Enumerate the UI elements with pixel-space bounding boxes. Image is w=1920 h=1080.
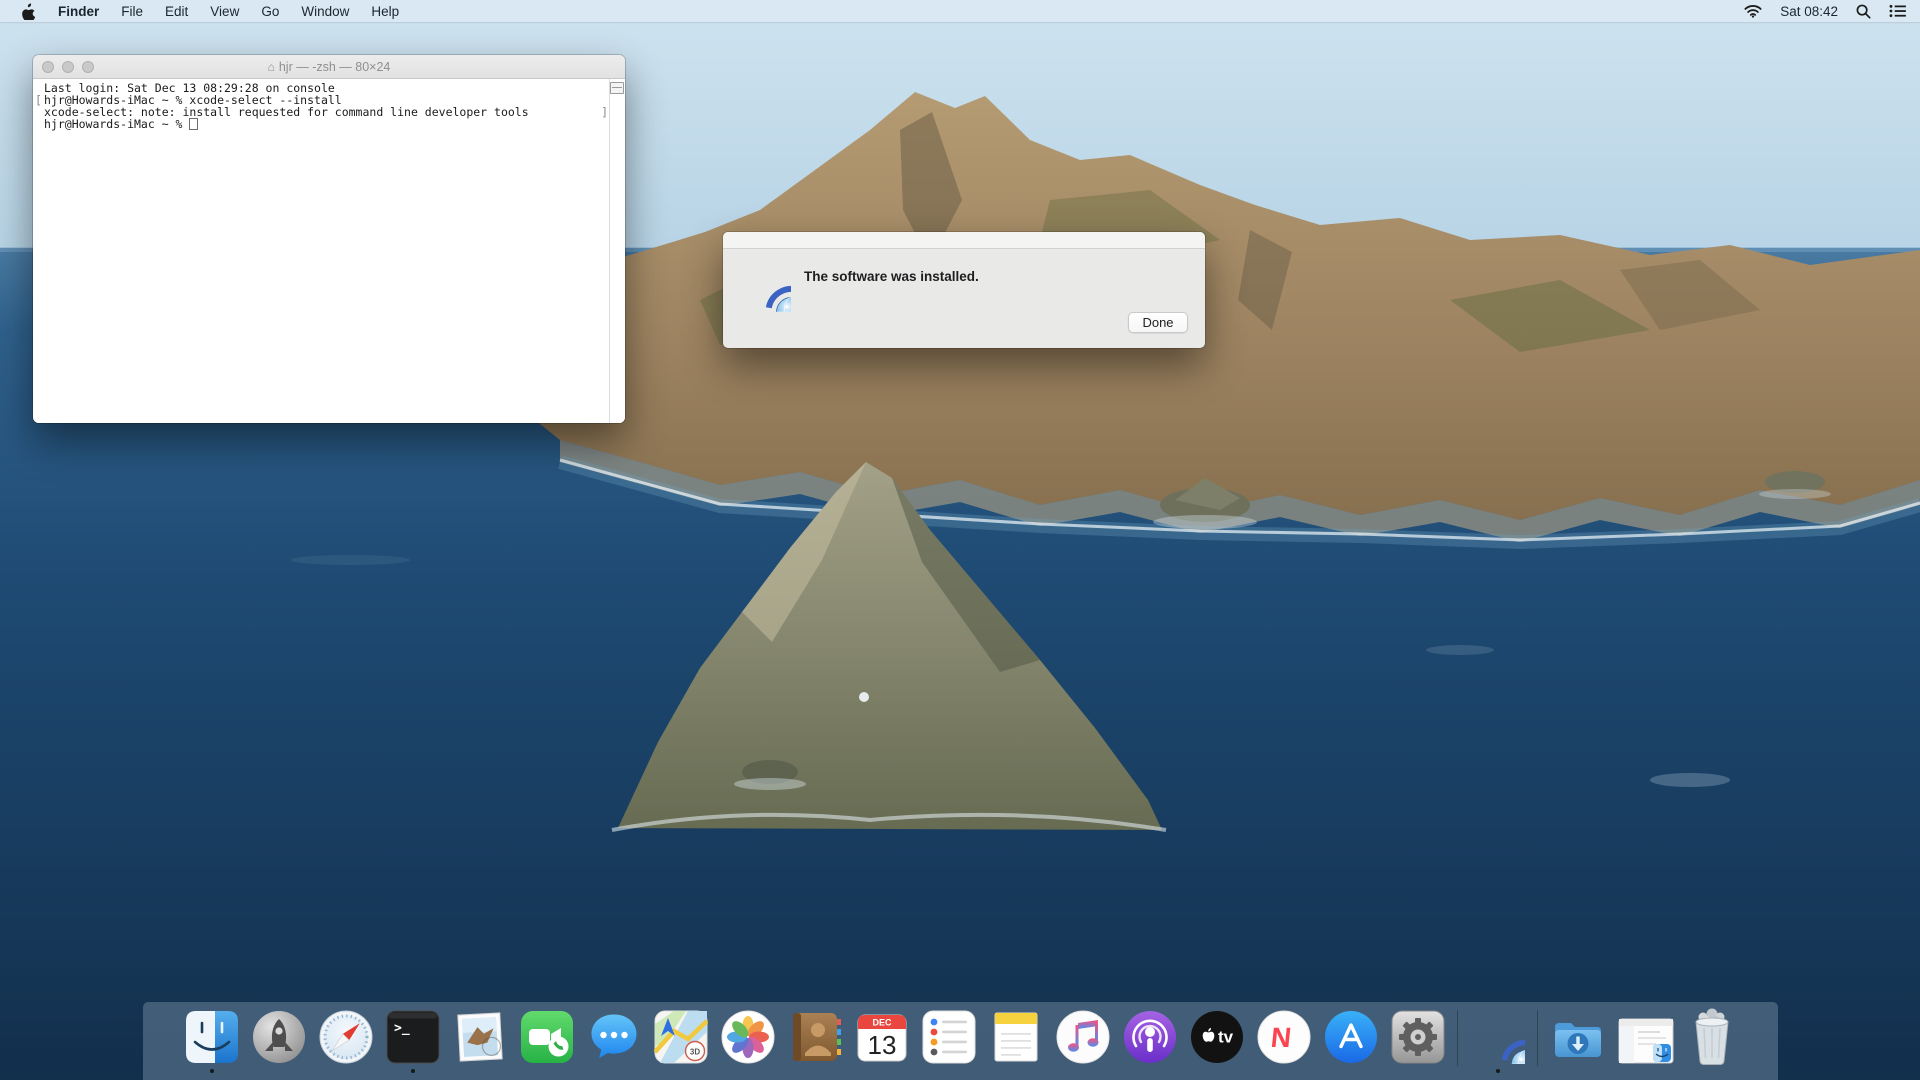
contacts-icon [788,1010,842,1064]
system-preferences-icon [1391,1010,1445,1064]
maps-icon: 3D [654,1010,708,1064]
tv-icon: tv [1190,1010,1244,1064]
svg-text:13: 13 [867,1030,896,1060]
dock-item-terminal[interactable]: >_ [386,1010,440,1064]
launchpad-icon [252,1010,306,1064]
downloads-folder-icon [1551,1010,1605,1064]
dock-separator [1537,1010,1538,1066]
terminal-scrollbar[interactable] [609,79,625,423]
reminders-icon [922,1010,976,1064]
zoom-button[interactable] [82,61,94,73]
news-icon: N [1257,1010,1311,1064]
dock-item-app-store[interactable] [1324,1010,1378,1064]
mail-icon [453,1010,507,1064]
dock-item-safari[interactable] [319,1010,373,1064]
messages-icon [587,1010,641,1064]
terminal-icon: >_ [386,1010,440,1064]
dock-item-calendar[interactable]: DEC 13 [855,1010,909,1064]
terminal-window: ⌂hjr — -zsh — 80×24 Last login: Sat Dec … [33,55,625,423]
dock-item-contacts[interactable] [788,1010,842,1064]
menu-item-window[interactable]: Window [290,4,360,19]
running-indicator [210,1069,214,1073]
dock-item-system-preferences[interactable] [1391,1010,1445,1064]
dock-item-reminders[interactable] [922,1010,976,1064]
menu-app-name[interactable]: Finder [47,4,110,19]
terminal-content[interactable]: Last login: Sat Dec 13 08:29:28 on conso… [33,79,625,423]
safari-icon [319,1010,373,1064]
dock-item-photos[interactable] [721,1010,775,1064]
notes-icon [989,1010,1043,1064]
wifi-icon[interactable] [1744,4,1762,18]
menu-clock[interactable]: Sat 08:42 [1780,4,1838,19]
dock-item-music[interactable] [1056,1010,1110,1064]
desktop: Finder File Edit View Go Window Help Sat… [0,0,1920,1080]
close-button[interactable] [42,61,54,73]
terminal-prompt-line: hjr@Howards-iMac ~ % [33,118,625,130]
app-store-icon [1324,1010,1378,1064]
svg-text:N: N [1269,1022,1292,1053]
dock: >_ [143,1002,1778,1080]
minimize-button[interactable] [62,61,74,73]
apple-logo-icon [20,2,35,20]
minimized-finder-window-icon [1618,1018,1674,1064]
dock-item-facetime[interactable] [520,1010,574,1064]
svg-text:3D: 3D [689,1048,699,1057]
running-indicator [1496,1069,1500,1073]
finder-icon [185,1010,239,1064]
terminal-window-title: ⌂hjr — -zsh — 80×24 [33,60,625,74]
software-update-dialog: The software was installed. Done [723,232,1205,348]
menu-item-edit[interactable]: Edit [154,4,199,19]
dialog-message: The software was installed. [804,269,979,284]
dock-item-launchpad[interactable] [252,1010,306,1064]
menu-bar: Finder File Edit View Go Window Help Sat… [0,0,1920,22]
terminal-titlebar[interactable]: ⌂hjr — -zsh — 80×24 [33,55,625,79]
svg-text:>_: >_ [394,1021,410,1036]
podcasts-icon [1123,1010,1177,1064]
dock-item-tv[interactable]: tv [1190,1010,1244,1064]
dock-item-maps[interactable]: 3D [654,1010,708,1064]
menu-item-file[interactable]: File [110,4,154,19]
dock-item-trash[interactable] [1687,1008,1737,1066]
dock-item-finder[interactable] [185,1010,239,1064]
dock-item-minimized-window[interactable] [1618,1018,1674,1064]
dock-item-podcasts[interactable] [1123,1010,1177,1064]
dock-separator [1457,1010,1458,1066]
photos-icon [721,1010,775,1064]
software-update-icon [1471,1010,1525,1064]
apple-menu[interactable] [0,2,47,20]
svg-text:tv: tv [1218,1028,1234,1047]
dock-item-notes[interactable] [989,1010,1043,1064]
dock-item-mail[interactable] [453,1010,507,1064]
done-button[interactable]: Done [1128,312,1188,333]
home-folder-icon: ⌂ [268,60,275,74]
menu-item-view[interactable]: View [199,4,250,19]
music-icon [1056,1010,1110,1064]
spotlight-search-icon[interactable] [1856,4,1871,19]
menu-item-help[interactable]: Help [360,4,410,19]
terminal-mark-right: ] [601,106,608,118]
split-pane-button[interactable] [610,82,624,94]
terminal-cursor [189,118,198,130]
facetime-icon [520,1010,574,1064]
dock-item-downloads[interactable] [1551,1010,1605,1064]
dialog-titlebar[interactable] [723,232,1205,249]
running-indicator [411,1069,415,1073]
notification-center-icon[interactable] [1889,4,1906,18]
menu-item-go[interactable]: Go [250,4,290,19]
dock-item-news[interactable]: N [1257,1010,1311,1064]
dock-item-messages[interactable] [587,1010,641,1064]
trash-full-icon [1687,1008,1737,1066]
calendar-icon: DEC 13 [855,1010,909,1064]
dock-item-software-update[interactable] [1471,1010,1525,1064]
software-update-icon [733,254,791,312]
svg-text:DEC: DEC [872,1018,892,1028]
